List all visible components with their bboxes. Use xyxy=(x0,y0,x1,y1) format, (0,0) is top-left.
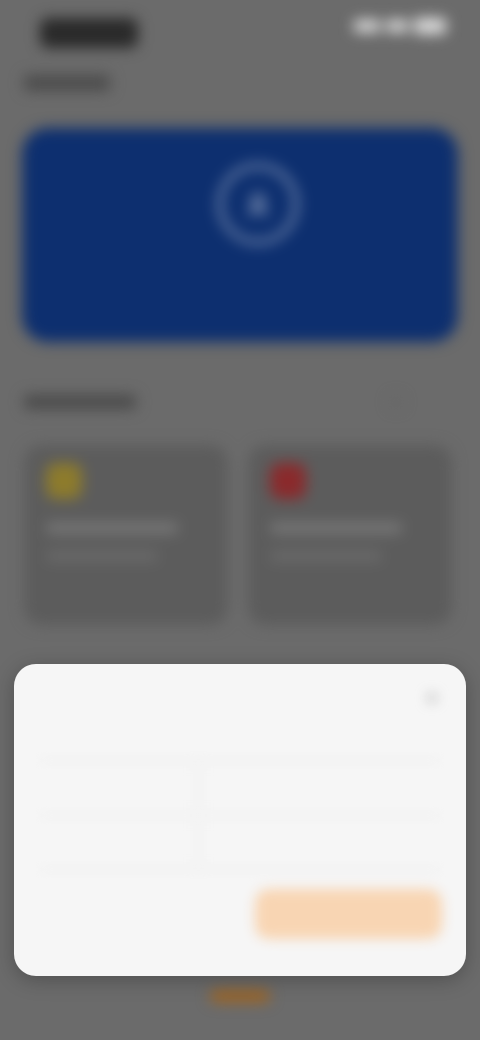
bottom-tab-active[interactable] xyxy=(210,990,270,1002)
page-heading xyxy=(24,75,110,91)
sheet-actions xyxy=(38,886,442,942)
row-divider xyxy=(198,815,199,869)
form-row xyxy=(38,761,442,816)
close-icon[interactable] xyxy=(418,684,446,712)
cancel-button[interactable] xyxy=(38,889,235,939)
form-row xyxy=(38,815,442,869)
feature-card-right[interactable] xyxy=(248,445,452,625)
status-bar xyxy=(0,0,480,70)
row-input-1[interactable] xyxy=(198,770,442,806)
hero-card[interactable] xyxy=(22,128,458,342)
confirm-button[interactable] xyxy=(254,889,442,939)
status-time xyxy=(40,18,138,48)
row-divider xyxy=(198,761,199,815)
face-icon xyxy=(218,164,298,244)
battery-icon xyxy=(414,18,446,34)
card-subtitle xyxy=(270,551,382,561)
card-subtitle xyxy=(46,551,158,561)
signal-icon xyxy=(354,20,380,32)
card-title xyxy=(46,523,178,533)
section-more-icon[interactable] xyxy=(390,396,402,408)
alert-icon xyxy=(270,463,306,499)
wifi-icon xyxy=(386,20,408,32)
feature-card-left[interactable] xyxy=(24,445,228,625)
row-input-2[interactable] xyxy=(198,824,442,860)
warning-icon xyxy=(46,463,82,499)
section-title xyxy=(24,395,136,409)
status-icons xyxy=(354,18,446,34)
form-fields xyxy=(38,760,442,870)
bottom-sheet xyxy=(14,664,466,976)
card-title xyxy=(270,523,402,533)
